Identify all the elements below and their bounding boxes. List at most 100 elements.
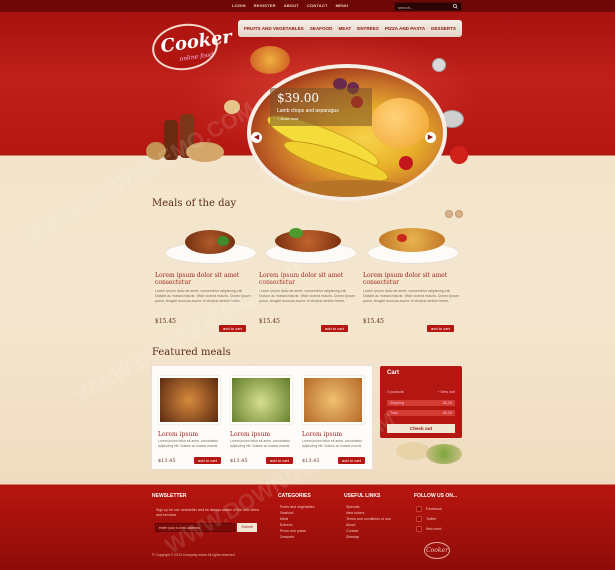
twitter-icon xyxy=(416,516,422,522)
hero-description: Lamb chops and asparagus xyxy=(277,108,339,114)
category-link[interactable]: Fruits and vegetables xyxy=(280,505,314,510)
meal-card: Lorem ipsum dolor sit amet consectetur L… xyxy=(259,222,359,334)
copyright-text: © Copyright © 2013 Company name All righ… xyxy=(152,553,235,557)
useful-link[interactable]: Sitemap xyxy=(346,535,359,540)
cookie-decoration xyxy=(224,100,240,114)
featured-panel: Lorem ipsum Lorem ipsum dolor sit amet, … xyxy=(151,365,373,470)
hero-caption: $39.00 Lamb chops and asparagus + show n… xyxy=(270,88,372,126)
featured-section-title: Featured meals xyxy=(152,347,231,358)
meal-image[interactable] xyxy=(165,222,257,266)
hero-next-arrow[interactable]: ▶ xyxy=(425,132,436,143)
featured-title[interactable]: Lorem ipsum xyxy=(158,431,198,438)
categories-title: CATEGORIES xyxy=(278,493,311,499)
top-link-menu[interactable]: MENU xyxy=(336,3,349,8)
featured-price: $13.45 xyxy=(302,458,320,464)
bread-decoration xyxy=(146,142,166,160)
meal-description: Lorem ipsum dolor sit amet, consectetur … xyxy=(363,289,459,303)
useful-link[interactable]: New orders xyxy=(346,511,364,516)
add-to-cart-button[interactable]: add to cart xyxy=(266,457,293,464)
ladle-decoration xyxy=(432,58,446,72)
featured-description: Lorem ipsum dolor sit amet, consectetur … xyxy=(158,439,219,448)
meal-image[interactable] xyxy=(367,222,459,266)
nav-item-pizza[interactable]: PIZZA AND PASTA xyxy=(385,26,425,31)
add-to-cart-button[interactable]: add to cart xyxy=(321,325,348,332)
hero-banner[interactable] xyxy=(247,64,447,201)
featured-description: Lorem ipsum dolor sit amet, consectetur … xyxy=(230,439,291,448)
twitter-link[interactable]: Twitter xyxy=(416,516,437,522)
garnish-image xyxy=(397,234,407,242)
rss-icon xyxy=(416,526,422,532)
useful-link[interactable]: About xyxy=(346,523,355,528)
meal-title[interactable]: Lorem ipsum dolor sit amet consectetur xyxy=(155,272,255,286)
hero-price: $39.00 xyxy=(277,91,319,105)
page: LOGIN REGISTER ABOUT CONTACT MENU search… xyxy=(0,0,615,570)
hero-show-link[interactable]: + show now xyxy=(277,116,298,121)
meal-price: $15.45 xyxy=(259,318,280,325)
top-nav: LOGIN REGISTER ABOUT CONTACT MENU xyxy=(232,3,348,8)
newsletter-text: Sign up for our newsletter and be always… xyxy=(156,508,260,517)
pizza-decoration xyxy=(250,46,290,74)
add-to-cart-button[interactable]: add to cart xyxy=(338,457,365,464)
nav-item-fruits[interactable]: FRUITS AND VEGETABLES xyxy=(244,26,304,31)
mango-image xyxy=(371,98,429,148)
sandwich-decoration xyxy=(426,444,462,464)
total-label: Total xyxy=(390,411,398,415)
nav-item-desserts[interactable]: DESSERTS xyxy=(431,26,456,31)
add-to-cart-button[interactable]: add to cart xyxy=(427,325,454,332)
category-link[interactable]: Pizza and pasta xyxy=(280,529,306,534)
shipping-value: $0.00 xyxy=(443,401,452,405)
featured-image[interactable] xyxy=(302,376,364,424)
featured-image[interactable] xyxy=(158,376,220,424)
top-link-contact[interactable]: CONTACT xyxy=(307,3,328,8)
newsletter-email-input[interactable]: enter your e-mail address xyxy=(155,523,235,532)
search-input[interactable]: search... xyxy=(394,2,462,11)
featured-title[interactable]: Lorem ipsum xyxy=(302,431,342,438)
facebook-icon xyxy=(416,506,422,512)
featured-price: $13.45 xyxy=(230,458,248,464)
top-link-about[interactable]: ABOUT xyxy=(284,3,299,8)
food-image xyxy=(275,230,341,252)
top-link-register[interactable]: REGISTER xyxy=(254,3,276,8)
add-to-cart-button[interactable]: add to cart xyxy=(219,325,246,332)
view-cart-link[interactable]: + View cart xyxy=(437,390,455,394)
garnish-image xyxy=(289,228,303,238)
meal-title[interactable]: Lorem ipsum dolor sit amet consectetur xyxy=(363,272,463,286)
search-icon[interactable] xyxy=(453,4,458,9)
footer-logo[interactable]: Cooker xyxy=(424,542,450,559)
pager-next-dot[interactable] xyxy=(455,210,463,218)
add-to-cart-button[interactable]: add to cart xyxy=(194,457,221,464)
bowl-decoration xyxy=(186,142,224,162)
newsletter-submit-button[interactable]: Submit xyxy=(237,523,257,532)
meal-title[interactable]: Lorem ipsum dolor sit amet consectetur xyxy=(259,272,359,286)
web-feed-link[interactable]: Web feed xyxy=(416,526,441,532)
sandwich-decoration xyxy=(396,442,430,460)
featured-title[interactable]: Lorem ipsum xyxy=(230,431,270,438)
cart-products: 0 products xyxy=(387,390,404,394)
featured-image[interactable] xyxy=(230,376,292,424)
follow-title: FOLLOW US ON... xyxy=(414,493,458,499)
useful-link[interactable]: Terms and conditions of use xyxy=(346,517,391,522)
main-nav: FRUITS AND VEGETABLES SEAFOOD MEAT ENTRE… xyxy=(238,20,462,37)
top-link-login[interactable]: LOGIN xyxy=(232,3,246,8)
meal-image[interactable] xyxy=(265,222,357,266)
checkout-button[interactable]: Check out xyxy=(387,424,455,433)
nav-item-entrees[interactable]: ENTREES xyxy=(357,26,379,31)
pager-prev-dot[interactable] xyxy=(445,210,453,218)
useful-link[interactable]: Specials xyxy=(346,505,360,510)
hero-prev-arrow[interactable]: ◀ xyxy=(251,132,262,143)
strawberry-image xyxy=(399,156,413,170)
featured-card: Lorem ipsum Lorem ipsum dolor sit amet, … xyxy=(302,376,366,468)
category-link[interactable]: Desserts xyxy=(280,535,294,540)
category-link[interactable]: Seafood xyxy=(280,511,293,516)
category-link[interactable]: Meat xyxy=(280,517,288,522)
nav-item-seafood[interactable]: SEAFOOD xyxy=(310,26,333,31)
facebook-link[interactable]: Facebook xyxy=(416,506,442,512)
web-feed-label: Web feed xyxy=(426,527,442,531)
featured-description: Lorem ipsum dolor sit amet, consectetur … xyxy=(302,439,363,448)
cart-title: Cart xyxy=(387,370,400,376)
food-image xyxy=(379,228,445,252)
useful-link[interactable]: Contact xyxy=(346,529,358,534)
meal-card: Lorem ipsum dolor sit amet consectetur L… xyxy=(155,222,257,334)
nav-item-meat[interactable]: MEAT xyxy=(338,26,351,31)
category-link[interactable]: Entrees xyxy=(280,523,292,528)
